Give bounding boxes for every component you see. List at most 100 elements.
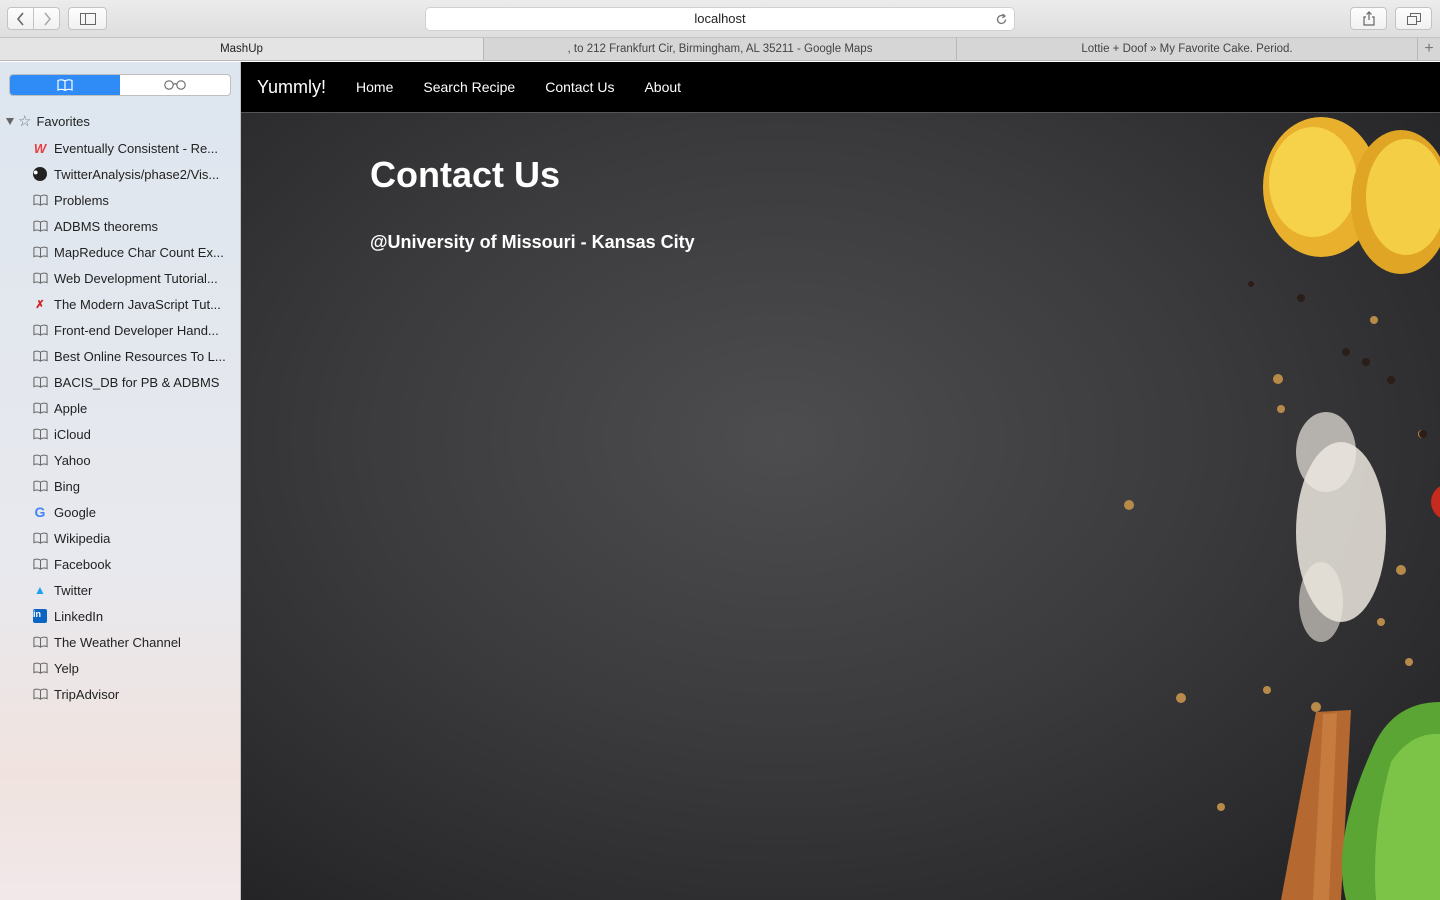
bookmark-item[interactable]: MapReduce Char Count Ex... (0, 239, 240, 265)
bookmark-item[interactable]: The Weather Channel (0, 629, 240, 655)
book-icon (32, 400, 48, 416)
address-text: localhost (694, 11, 746, 26)
bookmark-item[interactable]: ▲ Twitter (0, 577, 240, 603)
nav-contact-us[interactable]: Contact Us (545, 79, 614, 95)
glasses-icon (164, 80, 186, 90)
share-button[interactable] (1350, 7, 1387, 30)
site-navbar: Yummly! Home Search Recipe Contact Us Ab… (241, 62, 1440, 113)
wooden-spoon-icon (1281, 710, 1351, 900)
bookmark-list: W Eventually Consistent - Re... ● TwitterAn… (0, 135, 240, 707)
book-icon (32, 686, 48, 702)
nav-about[interactable]: About (644, 79, 681, 95)
book-icon (32, 270, 48, 286)
contact-text: @University of Missouri - Kansas City (370, 232, 695, 252)
bookmark-label: Twitter (54, 582, 93, 598)
bookmark-item[interactable]: ● TwitterAnalysis/phase2/Vis... (0, 161, 240, 187)
tomato-icon (1431, 486, 1440, 518)
bookmark-item[interactable]: Problems (0, 187, 240, 213)
tab-overview-icon (1406, 12, 1421, 25)
book-icon (57, 79, 73, 91)
bookmark-label: Eventually Consistent - Re... (54, 140, 219, 156)
favorites-label: Favorites (36, 113, 90, 129)
bookmark-item[interactable]: ADBMS theorems (0, 213, 240, 239)
bookmark-item[interactable]: Apple (0, 395, 240, 421)
site-brand[interactable]: Yummly! (257, 77, 326, 98)
twitter-icon: ▲ (34, 583, 46, 597)
bookmark-item[interactable]: G Google (0, 499, 240, 525)
bookmark-item[interactable]: TripAdvisor (0, 681, 240, 707)
reload-icon[interactable] (995, 11, 1008, 33)
bookmark-label: BACIS_DB for PB & ADBMS (54, 374, 220, 390)
book-icon (32, 660, 48, 676)
book-icon (32, 374, 48, 390)
bookmark-label: Apple (54, 400, 88, 416)
bookmark-item[interactable]: Web Development Tutorial... (0, 265, 240, 291)
book-icon (32, 556, 48, 572)
favorites-header[interactable]: ☆ Favorites (6, 112, 90, 130)
book-icon (32, 634, 48, 650)
disclosure-triangle-icon[interactable] (6, 117, 14, 125)
book-icon (32, 426, 48, 442)
bookmark-label: Yelp (54, 660, 79, 676)
bookmark-item[interactable]: Bing (0, 473, 240, 499)
book-icon (32, 244, 48, 260)
bookmark-label: LinkedIn (54, 608, 104, 624)
js-icon: ✗ (35, 298, 45, 311)
tab-bar: MashUp , to 212 Frankfurt Cir, Birmingha… (0, 38, 1440, 61)
reading-list-tab[interactable] (120, 75, 230, 95)
chevron-left-icon (16, 11, 24, 26)
bookmark-label: Problems (54, 192, 109, 208)
bookmarks-sidebar: ☆ Favorites W Eventually Consistent - Re.… (0, 62, 241, 900)
bookmark-item[interactable]: W Eventually Consistent - Re... (0, 135, 240, 161)
tab-mashup[interactable]: MashUp (0, 38, 484, 60)
bookmark-label: Best Online Resources To L... (54, 348, 226, 364)
web-page: Yummly! Home Search Recipe Contact Us Ab… (241, 62, 1440, 900)
bookmark-item[interactable]: Yahoo (0, 447, 240, 473)
back-button[interactable] (7, 7, 34, 30)
bookmark-item[interactable]: Facebook (0, 551, 240, 577)
bookmark-label: Web Development Tutorial... (54, 270, 218, 286)
address-bar[interactable]: localhost (425, 7, 1015, 31)
forward-button[interactable] (33, 7, 60, 30)
bookmark-label: Bing (54, 478, 81, 494)
linkedin-icon: in (32, 608, 48, 624)
nav-home[interactable]: Home (356, 79, 393, 95)
bookmarks-tab[interactable] (10, 75, 120, 95)
page-title: Contact Us (370, 154, 561, 195)
book-icon (32, 452, 48, 468)
tab-overview-button[interactable] (1395, 7, 1432, 30)
chevron-right-icon (43, 11, 51, 26)
bookmark-label: Facebook (54, 556, 112, 572)
bookmark-label: Yahoo (54, 452, 91, 468)
bookmark-item[interactable]: in LinkedIn (0, 603, 240, 629)
bookmark-label: iCloud (54, 426, 91, 442)
browser-toolbar: localhost (0, 0, 1440, 38)
sidebar-segmented-control (9, 74, 231, 96)
book-icon (32, 322, 48, 338)
book-icon (32, 530, 48, 546)
tab-google-maps[interactable]: , to 212 Frankfurt Cir, Birmingham, AL 3… (484, 38, 957, 60)
bookmark-item[interactable]: Yelp (0, 655, 240, 681)
bookmark-label: TripAdvisor (54, 686, 120, 702)
bookmark-item[interactable]: Best Online Resources To L... (0, 343, 240, 369)
corn-icon (1263, 117, 1440, 274)
bookmark-item[interactable]: BACIS_DB for PB & ADBMS (0, 369, 240, 395)
bookmark-item[interactable]: iCloud (0, 421, 240, 447)
bookmark-label: ADBMS theorems (54, 218, 159, 234)
bookmark-item[interactable]: Wikipedia (0, 525, 240, 551)
sidebar-icon (79, 12, 96, 25)
nav-search-recipe[interactable]: Search Recipe (423, 79, 515, 95)
bookmark-item[interactable]: Front-end Developer Hand... (0, 317, 240, 343)
share-icon (1362, 11, 1375, 26)
sidebar-toggle-button[interactable] (68, 7, 107, 30)
bookmark-label: TwitterAnalysis/phase2/Vis... (54, 166, 220, 182)
bookmark-label: The Weather Channel (54, 634, 181, 650)
bookmark-item[interactable]: ✗ The Modern JavaScript Tut... (0, 291, 240, 317)
rice-pile-icon (1296, 412, 1386, 642)
book-icon (32, 192, 48, 208)
bookmark-label: Wikipedia (54, 530, 111, 546)
tab-lottie-doof[interactable]: Lottie + Doof » My Favorite Cake. Period… (957, 38, 1418, 60)
new-tab-button[interactable]: + (1418, 38, 1440, 60)
book-icon (32, 478, 48, 494)
google-icon: G (34, 504, 46, 520)
